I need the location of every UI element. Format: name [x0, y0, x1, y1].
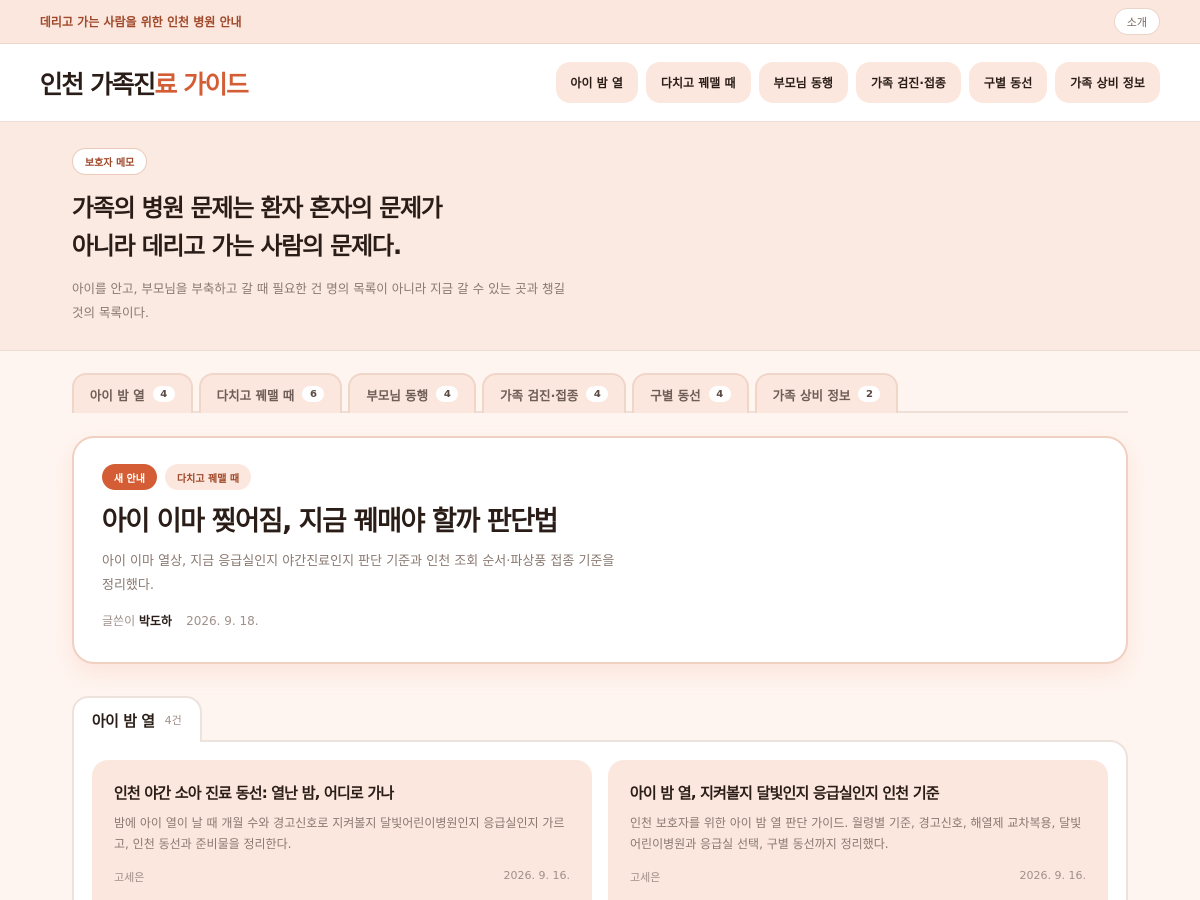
article-card-author: 고세은 — [114, 871, 145, 884]
site-header: 인천 가족진료 가이드 아이 밤 열 다치고 꿰맬 때 부모님 동행 가족 검진… — [0, 44, 1200, 122]
featured-article-meta: 글쓴이 박도하 2026. 9. 18. — [102, 612, 1098, 629]
category-badge: 다치고 꿰맬 때 — [165, 464, 252, 490]
main-nav: 아이 밤 열 다치고 꿰맬 때 부모님 동행 가족 검진·접종 구별 동선 가족… — [555, 62, 1160, 103]
tab-label: 다치고 꿰맬 때 — [216, 387, 295, 403]
tab-district[interactable]: 구별 동선 4 — [632, 373, 749, 413]
section-child-fever: 아이 밤 열 4건 인천 야간 소아 진료 동선: 열난 밤, 어디로 가나 밤… — [72, 696, 1128, 900]
author-label: 글쓴이 — [102, 614, 136, 628]
featured-article-title[interactable]: 아이 이마 찢어짐, 지금 꿰매야 할까 판단법 — [102, 502, 1098, 542]
tab-label: 아이 밤 열 — [90, 387, 145, 403]
tab-count-badge: 4 — [708, 386, 731, 402]
about-button[interactable]: 소개 — [1113, 8, 1160, 35]
tab-label: 부모님 동행 — [366, 387, 429, 403]
featured-badges: 새 안내 다치고 꿰맬 때 — [102, 464, 1098, 490]
tab-checkup[interactable]: 가족 검진·접종 4 — [482, 373, 627, 413]
author-name: 박도하 — [138, 614, 173, 628]
tab-child-fever[interactable]: 아이 밤 열 4 — [72, 373, 193, 413]
main-content: 아이 밤 열 4 다치고 꿰맬 때 6 부모님 동행 4 가족 검진·접종 4 구별 동… — [0, 351, 1200, 900]
article-card-meta: 고세은 2026. 9. 16. — [630, 869, 1086, 885]
hero-title: 가족의 병원 문제는 환자 혼자의 문제가 아니라 데리고 가는 사람의 문제다… — [72, 189, 592, 265]
article-card-date: 2026. 9. 16. — [503, 869, 570, 882]
hero-title-line1: 가족의 병원 문제는 환자 혼자의 문제가 — [72, 194, 443, 222]
tab-label: 가족 상비 정보 — [772, 387, 851, 403]
nav-item-checkup[interactable]: 가족 검진·접종 — [856, 62, 962, 103]
section-card-grid: 인천 야간 소아 진료 동선: 열난 밤, 어디로 가나 밤에 아이 열이 날 … — [72, 740, 1128, 900]
article-card-description: 인천 보호자를 위한 아이 밤 열 판단 가이드. 월령별 기준, 경고신호, … — [630, 816, 1082, 851]
tab-label: 구별 동선 — [650, 387, 701, 403]
top-bar: 데리고 가는 사람을 위한 인천 병원 안내 소개 — [0, 0, 1200, 44]
article-card-title[interactable]: 아이 밤 열, 지켜볼지 달빛인지 응급실인지 인천 기준 — [630, 782, 1086, 803]
tab-parents[interactable]: 부모님 동행 4 — [348, 373, 477, 413]
tab-injury[interactable]: 다치고 꿰맬 때 6 — [198, 373, 343, 413]
article-card-description: 밤에 아이 열이 날 때 개월 수와 경고신호로 지켜볼지 달빛어린이병원인지 … — [114, 816, 565, 851]
nav-item-supplies[interactable]: 가족 상비 정보 — [1055, 62, 1160, 103]
tab-label: 가족 검진·접종 — [500, 387, 579, 403]
article-card-meta: 고세은 2026. 9. 16. — [114, 869, 570, 885]
site-logo[interactable]: 인천 가족진료 가이드 — [40, 65, 250, 101]
section-header-tab: 아이 밤 열 4건 — [72, 696, 202, 742]
article-card-date: 2026. 9. 16. — [1019, 869, 1086, 882]
article-card[interactable]: 아이 밤 열, 지켜볼지 달빛인지 응급실인지 인천 기준 인천 보호자를 위한… — [608, 760, 1108, 900]
tab-count-badge: 2 — [858, 386, 881, 402]
tab-count-badge: 4 — [436, 386, 459, 402]
nav-item-child-fever[interactable]: 아이 밤 열 — [555, 62, 639, 103]
hero-section: 보호자 메모 가족의 병원 문제는 환자 혼자의 문제가 아니라 데리고 가는 … — [0, 122, 1200, 351]
section-title: 아이 밤 열 — [92, 711, 155, 730]
publish-date: 2026. 9. 18. — [186, 613, 259, 628]
featured-article-card[interactable]: 새 안내 다치고 꿰맬 때 아이 이마 찢어짐, 지금 꿰매야 할까 판단법 아… — [72, 436, 1128, 664]
hero-title-line2: 아니라 데리고 가는 사람의 문제다. — [72, 232, 402, 260]
category-tabs: 아이 밤 열 4 다치고 꿰맬 때 6 부모님 동행 4 가족 검진·접종 4 구별 동… — [72, 373, 1128, 413]
nav-item-parents[interactable]: 부모님 동행 — [758, 62, 849, 103]
nav-item-injury[interactable]: 다치고 꿰맬 때 — [646, 62, 751, 103]
nav-item-district[interactable]: 구별 동선 — [969, 62, 1048, 103]
logo-accent-text: 료 가이드 — [154, 69, 250, 99]
article-card-title[interactable]: 인천 야간 소아 진료 동선: 열난 밤, 어디로 가나 — [114, 782, 570, 803]
section-count: 4건 — [164, 714, 182, 727]
logo-main-text: 인천 가족진 — [40, 69, 156, 99]
article-card[interactable]: 인천 야간 소아 진료 동선: 열난 밤, 어디로 가나 밤에 아이 열이 날 … — [92, 760, 592, 900]
tab-count-badge: 4 — [586, 386, 609, 402]
tab-count-badge: 4 — [152, 386, 175, 402]
tab-supplies[interactable]: 가족 상비 정보 2 — [754, 373, 899, 413]
hero-chip: 보호자 메모 — [72, 148, 148, 175]
hero-description: 아이를 안고, 부모님을 부축하고 갈 때 필요한 건 명의 목록이 아니라 지… — [72, 281, 566, 320]
top-bar-tagline: 데리고 가는 사람을 위한 인천 병원 안내 — [40, 15, 242, 29]
featured-article-description: 아이 이마 열상, 지금 응급실인지 야간진료인지 판단 기준과 인천 조회 순… — [102, 554, 615, 593]
tab-count-badge: 6 — [302, 386, 325, 402]
article-card-author: 고세은 — [630, 871, 661, 884]
new-badge: 새 안내 — [102, 464, 158, 490]
